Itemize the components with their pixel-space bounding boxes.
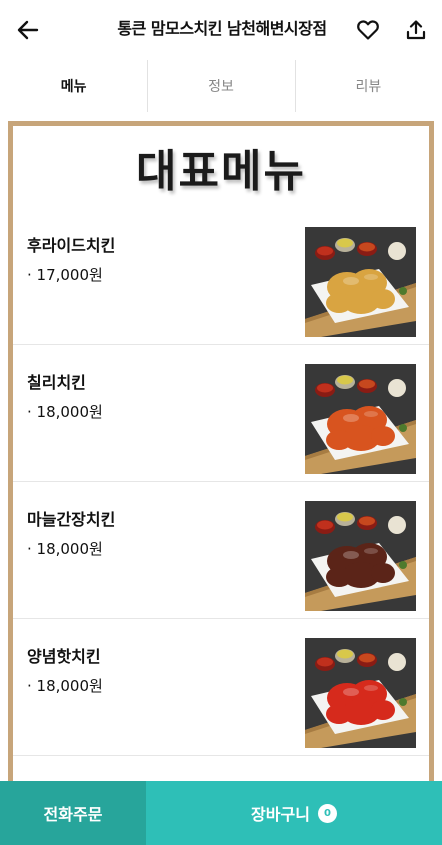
favorite-button[interactable]	[352, 14, 384, 46]
back-button[interactable]	[12, 14, 44, 46]
menu-item-price: · 17,000원	[27, 266, 103, 284]
menu-item[interactable]: 양념핫치킨 · 18,000원	[13, 619, 429, 756]
cart-count-badge: 0	[317, 803, 337, 823]
menu-item-name: 칠리치킨	[27, 373, 86, 392]
arrow-left-icon	[17, 20, 39, 40]
cart-label: 장바구니	[251, 805, 310, 824]
menu-item[interactable]: 마늘간장치킨 · 18,000원	[13, 482, 429, 619]
menu-list: 후라이드치킨 · 17,000원 칠리치킨 · 18,000원 마늘간장치킨 · 18,0…	[13, 208, 429, 756]
menu-item-photo	[305, 501, 416, 611]
tab-info[interactable]: 정보	[147, 60, 294, 112]
menu-item-photo	[305, 364, 416, 474]
menu-item[interactable]: 칠리치킨 · 18,000원	[13, 345, 429, 482]
cart-button[interactable]: 장바구니 0	[146, 781, 442, 845]
menu-item-price: · 18,000원	[27, 540, 103, 558]
tab-bar: 메뉴 정보 리뷰	[0, 60, 442, 112]
menu-board-title: 대표메뉴	[136, 146, 306, 197]
menu-item-price: · 18,000원	[27, 403, 103, 421]
menu-item-photo	[305, 638, 416, 748]
store-title: 통큰 맘모스치킨 남천해변시장점	[117, 19, 327, 38]
phone-order-button[interactable]: 전화주문	[0, 781, 146, 845]
share-icon	[406, 20, 426, 40]
menu-item[interactable]: 후라이드치킨 · 17,000원	[13, 208, 429, 345]
menu-item-price: · 18,000원	[27, 677, 103, 695]
heart-icon	[357, 20, 379, 40]
menu-board: 대표메뉴 후라이드치킨 · 17,000원 칠리치킨 · 18,000원 마늘간장치킨 ·…	[8, 121, 434, 791]
menu-item-name: 양념핫치킨	[27, 647, 101, 666]
menu-item-photo	[305, 227, 416, 337]
menu-item-name: 후라이드치킨	[27, 236, 116, 255]
share-button[interactable]	[400, 14, 432, 46]
tab-reviews[interactable]: 리뷰	[294, 60, 442, 112]
bottom-bar: 전화주문 장바구니 0	[0, 781, 442, 845]
app-header: 통큰 맘모스치킨 남천해변시장점	[0, 0, 442, 60]
tab-menu[interactable]: 메뉴	[0, 60, 147, 112]
menu-item-name: 마늘간장치킨	[27, 510, 116, 529]
